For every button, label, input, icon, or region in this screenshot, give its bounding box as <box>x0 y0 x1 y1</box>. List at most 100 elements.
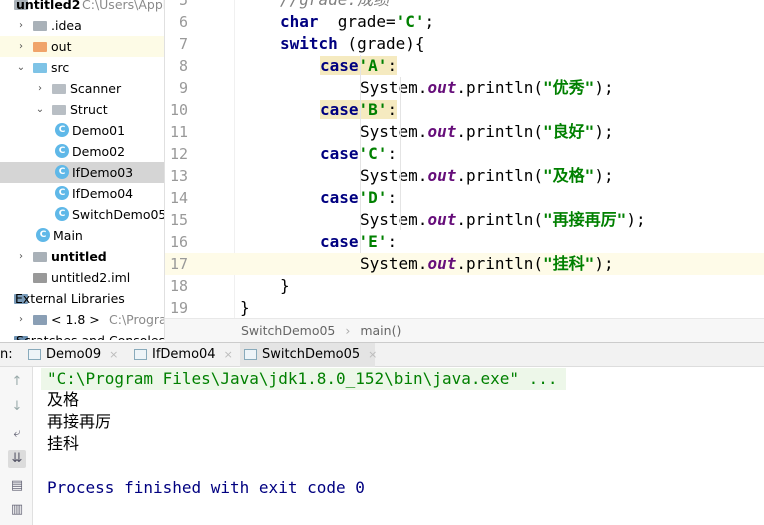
line-number: 17 <box>169 255 188 273</box>
code-token: out <box>427 210 457 229</box>
java-class-icon: C <box>55 165 69 179</box>
code-line[interactable]: 6 char grade='C'; <box>165 11 764 33</box>
code-text: char grade='C'; <box>280 11 434 33</box>
code-token: case <box>320 56 359 75</box>
trash-icon[interactable]: ▥ <box>8 501 26 519</box>
code-token: System. <box>360 166 428 185</box>
code-line[interactable]: 18} <box>165 275 764 297</box>
code-line[interactable]: 17 System.out.println("挂科"); <box>165 253 764 275</box>
tree-item-label: < 1.8 > <box>51 312 100 327</box>
code-text: System.out.println("优秀"); <box>360 77 614 99</box>
tree-item[interactable]: External Libraries <box>0 288 164 309</box>
tree-item-label: Scanner <box>70 81 122 96</box>
code-line[interactable]: 7 switch (grade){ <box>165 33 764 55</box>
code-line[interactable]: 12 case'C': <box>165 143 764 165</box>
tree-item[interactable]: › untitled <box>0 246 164 267</box>
run-tab[interactable]: Demo09 × <box>24 343 124 367</box>
code-token: grade= <box>318 12 396 31</box>
code-line[interactable]: 14 case'D': <box>165 187 764 209</box>
code-token: "挂科" <box>543 254 595 273</box>
tree-item[interactable]: ⌄ Struct <box>0 99 164 120</box>
chevron-right-icon[interactable]: › <box>16 15 26 36</box>
tree-item[interactable]: Scratches and Consoles <box>0 330 164 340</box>
tree-item[interactable]: C Demo02 <box>0 141 164 162</box>
code-line[interactable]: 9 System.out.println("优秀"); <box>165 77 764 99</box>
tree-item-label: Struct <box>70 102 108 117</box>
tree-item[interactable]: C Main <box>0 225 164 246</box>
code-token: .println( <box>456 254 544 273</box>
tree-item-label: Demo01 <box>72 123 126 138</box>
code-token: out <box>427 122 457 141</box>
tree-item[interactable]: › out <box>0 36 164 57</box>
code-token: : <box>387 144 398 163</box>
code-line[interactable]: 11 System.out.println("良好"); <box>165 121 764 143</box>
code-editor[interactable]: 5//grade:成绩6char grade='C';7switch (grad… <box>165 0 764 318</box>
console-output-line: 再接再厉 <box>47 412 112 431</box>
tree-item-label: out <box>51 39 72 54</box>
code-line[interactable]: 15 System.out.println("再接再厉"); <box>165 209 764 231</box>
tree-item[interactable]: C IfDemo04 <box>0 183 164 204</box>
close-icon[interactable]: × <box>368 348 377 361</box>
run-tab[interactable]: IfDemo04 × <box>130 343 236 367</box>
run-tabs-bar: n: Demo09 × IfDemo04 × SwitchDemo05 × <box>0 342 764 367</box>
close-icon[interactable]: × <box>224 348 233 361</box>
tree-item[interactable]: C IfDemo03 <box>0 162 164 183</box>
code-token: case <box>320 144 359 163</box>
code-line[interactable]: 19} <box>165 297 764 318</box>
tree-item-label: untitled2.iml <box>51 270 131 285</box>
close-icon[interactable]: × <box>109 348 118 361</box>
code-text: switch (grade){ <box>280 33 425 55</box>
breadcrumb-class[interactable]: SwitchDemo05 <box>241 323 335 338</box>
code-text: } <box>240 297 250 318</box>
down-arrow-icon[interactable]: ↓ <box>8 398 26 416</box>
tree-item[interactable]: untitled2 C:\Users\Apple <box>0 0 164 15</box>
code-line[interactable]: 8 case'A': <box>165 55 764 77</box>
run-tab-label: SwitchDemo05 <box>262 347 361 362</box>
code-token: : <box>387 232 398 251</box>
code-token: case <box>320 232 359 251</box>
tree-item[interactable]: › < 1.8 > C:\Program Fi <box>0 309 164 330</box>
console-toolbar: ↑ ↓ ⤶ ⇊ ▤ ▥ <box>0 367 33 525</box>
code-token: ); <box>594 122 614 141</box>
soft-wrap-icon[interactable]: ⤶ <box>8 425 26 443</box>
run-tab[interactable]: SwitchDemo05 × <box>240 343 377 367</box>
tree-item-path: C:\Program Fi <box>109 312 164 327</box>
run-config-icon <box>244 349 257 360</box>
print-icon[interactable]: ▤ <box>8 477 26 495</box>
scroll-to-end-icon[interactable]: ⇊ <box>8 450 26 468</box>
run-console[interactable]: ↑ ↓ ⤶ ⇊ ▤ ▥ "C:\Program Files\Java\jdk1.… <box>0 367 764 525</box>
code-token: 'B' <box>358 100 388 119</box>
tree-item[interactable]: › Scanner <box>0 78 164 99</box>
console-command: "C:\Program Files\Java\jdk1.8.0_152\bin\… <box>41 368 566 390</box>
code-token: System. <box>360 254 428 273</box>
up-arrow-icon[interactable]: ↑ <box>8 373 26 391</box>
tree-item[interactable]: C Demo01 <box>0 120 164 141</box>
code-token: } <box>280 276 290 295</box>
line-number: 9 <box>178 79 188 97</box>
tree-item-label: IfDemo03 <box>72 165 134 180</box>
folder-orange-icon <box>33 42 47 52</box>
code-line[interactable]: 10 case'B': <box>165 99 764 121</box>
chevron-right-icon[interactable]: › <box>16 309 26 330</box>
line-number: 11 <box>169 123 188 141</box>
package-icon <box>52 105 66 115</box>
chevron-right-icon[interactable]: › <box>16 246 26 267</box>
code-line[interactable]: 5 //grade:成绩 <box>165 0 764 11</box>
run-tab-label: IfDemo04 <box>152 347 216 362</box>
tree-item[interactable]: C SwitchDemo05 <box>0 204 164 225</box>
tree-item[interactable]: untitled2.iml <box>0 267 164 288</box>
tree-item[interactable]: › .idea <box>0 15 164 36</box>
code-line[interactable]: 16 case'E': <box>165 231 764 253</box>
breadcrumb-separator: › <box>345 323 351 338</box>
breadcrumb-method[interactable]: main() <box>360 323 401 338</box>
chevron-right-icon[interactable]: › <box>35 78 45 99</box>
chevron-down-icon[interactable]: ⌄ <box>35 99 45 120</box>
code-text: //grade:成绩 <box>280 0 389 11</box>
line-number: 14 <box>169 189 188 207</box>
java-class-icon: C <box>55 186 69 200</box>
tree-item[interactable]: ⌄ src <box>0 57 164 78</box>
tree-item-label: IfDemo04 <box>72 186 134 201</box>
chevron-right-icon[interactable]: › <box>16 36 26 57</box>
code-line[interactable]: 13 System.out.println("及格"); <box>165 165 764 187</box>
chevron-down-icon[interactable]: ⌄ <box>16 57 26 78</box>
